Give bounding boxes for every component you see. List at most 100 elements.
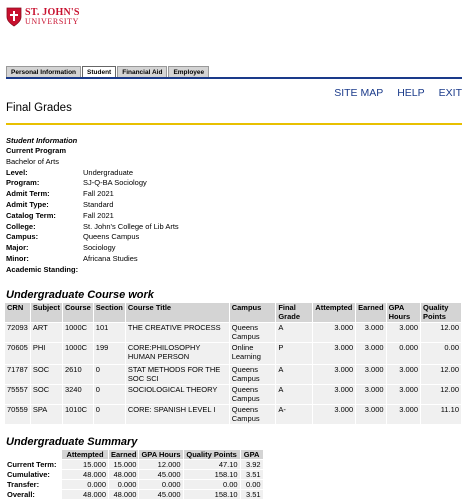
col-header-gpa-hours: GPA Hours (386, 303, 421, 322)
cell-gpa: 3.92 (240, 460, 263, 469)
exit-link[interactable]: EXIT (439, 87, 462, 99)
cell-attempted: 0.000 (62, 480, 108, 489)
col-header-attempted: Attempted (62, 450, 108, 459)
tab-personal-information[interactable]: Personal Information (6, 66, 82, 77)
cell-quality-points: 0.00 (421, 343, 461, 364)
cell-gpa: 0.00 (240, 480, 263, 489)
cell-gpa-hours: 3.000 (386, 385, 421, 404)
cell-subject: PHI (30, 343, 62, 364)
cell-gpa-hours: 45.000 (139, 490, 183, 499)
cell-quality-points: 47.10 (183, 460, 240, 469)
tab-financial-aid[interactable]: Financial Aid (117, 66, 168, 77)
cell-attempted: 3.000 (313, 343, 356, 364)
table-header-row: CRN Subject Course Section Course Title … (5, 303, 461, 322)
cell-section: 0 (93, 385, 125, 404)
site-map-link[interactable]: SITE MAP (334, 87, 383, 99)
info-row: Admit Type: Standard (6, 200, 179, 211)
info-value: SJ-Q-BA Sociology (83, 178, 147, 188)
cell-attempted: 48.000 (62, 490, 108, 499)
tab-employee[interactable]: Employee (168, 66, 210, 77)
summary-label: Current Term: (5, 460, 61, 469)
cell-earned: 48.000 (109, 470, 139, 479)
cell-subject: SOC (30, 385, 62, 404)
cell-campus: Online Learning (229, 343, 276, 364)
cell-title: THE CREATIVE PROCESS (125, 323, 229, 342)
cell-gpa-hours: 3.000 (386, 405, 421, 424)
cell-quality-points: 0.00 (183, 480, 240, 489)
col-header-attempted: Attempted (313, 303, 356, 322)
shield-icon (6, 7, 22, 27)
info-label: Academic Standing: (6, 264, 79, 274)
info-row: Level: Undergraduate (6, 168, 179, 179)
tab-student[interactable]: Student (82, 66, 117, 77)
summary-row: Cumulative: 48.000 48.000 45.000 158.10 … (5, 470, 263, 479)
cell-gpa-hours: 3.000 (386, 365, 421, 384)
cell-title: CORE: SPANISH LEVEL I (125, 405, 229, 424)
info-label: Campus: (6, 232, 39, 242)
cell-campus: Queens Campus (229, 365, 276, 384)
info-label: Minor: (6, 253, 29, 263)
info-label: Current Program (6, 146, 67, 155)
col-header-quality-points: Quality Points (421, 303, 461, 322)
summary-row: Transfer: 0.000 0.000 0.000 0.00 0.00 (5, 480, 263, 489)
info-label: Major: (6, 243, 29, 253)
cell-section: 0 (93, 365, 125, 384)
cell-quality-points: 12.00 (421, 323, 461, 342)
cell-earned: 3.000 (356, 385, 386, 404)
col-header-course-title: Course Title (125, 303, 229, 322)
info-value: Queens Campus (83, 232, 140, 242)
cell-crn: 71787 (5, 365, 30, 384)
course-work-table: CRN Subject Course Section Course Title … (4, 302, 462, 425)
cell-campus: Queens Campus (229, 385, 276, 404)
info-row: Campus: Queens Campus (6, 232, 179, 243)
logo-line-2: UNIVERSITY (25, 17, 79, 26)
cell-subject: SOC (30, 365, 62, 384)
info-label: Level: (6, 167, 28, 177)
info-label: Catalog Term: (6, 210, 56, 220)
cell-grade: A (276, 365, 313, 384)
summary-label: Cumulative: (5, 470, 61, 479)
cell-attempted: 3.000 (313, 365, 356, 384)
col-header-earned: Earned (356, 303, 386, 322)
info-row: Academic Standing: (6, 265, 179, 276)
col-header-subject: Subject (30, 303, 62, 322)
cell-grade: A (276, 385, 313, 404)
cell-course: 2610 (62, 365, 93, 384)
cell-course: 3240 (62, 385, 93, 404)
cell-course: 1010C (62, 405, 93, 424)
cell-section: 0 (93, 405, 125, 424)
cell-crn: 70559 (5, 405, 30, 424)
cell-grade: A- (276, 405, 313, 424)
cell-gpa-hours: 45.000 (139, 470, 183, 479)
cell-gpa-hours: 12.000 (139, 460, 183, 469)
table-row: 75557 SOC 3240 0 SOCIOLOGICAL THEORY Que… (5, 385, 461, 404)
cell-campus: Queens Campus (229, 323, 276, 342)
info-value: Standard (83, 199, 114, 209)
summary-label: Transfer: (5, 480, 61, 489)
col-header-campus: Campus (229, 303, 276, 322)
col-header-quality-points: Quality Points (183, 450, 240, 459)
cell-section: 101 (93, 323, 125, 342)
cell-crn: 70605 (5, 343, 30, 364)
cell-subject: SPA (30, 405, 62, 424)
cell-attempted: 3.000 (313, 323, 356, 342)
cell-attempted: 3.000 (313, 405, 356, 424)
info-value: Undergraduate (83, 167, 134, 177)
info-row: Major: Sociology (6, 243, 179, 254)
summary-corner (5, 450, 61, 459)
col-header-gpa: GPA (240, 450, 263, 459)
help-link[interactable]: HELP (397, 87, 424, 99)
info-value: Sociology (83, 243, 116, 253)
summary-label: Overall: (5, 490, 61, 499)
summary-table: Attempted Earned GPA Hours Quality Point… (4, 449, 264, 500)
info-row: Bachelor of Arts (6, 157, 179, 168)
info-value: Africana Studies (83, 253, 138, 263)
cell-quality-points: 158.10 (183, 490, 240, 499)
cell-earned: 3.000 (356, 365, 386, 384)
info-label: Program: (6, 178, 40, 188)
cell-quality-points: 12.00 (421, 385, 461, 404)
cell-title: SOCIOLOGICAL THEORY (125, 385, 229, 404)
cell-section: 199 (93, 343, 125, 364)
table-row: 71787 SOC 2610 0 STAT METHODS FOR THE SO… (5, 365, 461, 384)
info-row: Program: SJ-Q-BA Sociology (6, 178, 179, 189)
